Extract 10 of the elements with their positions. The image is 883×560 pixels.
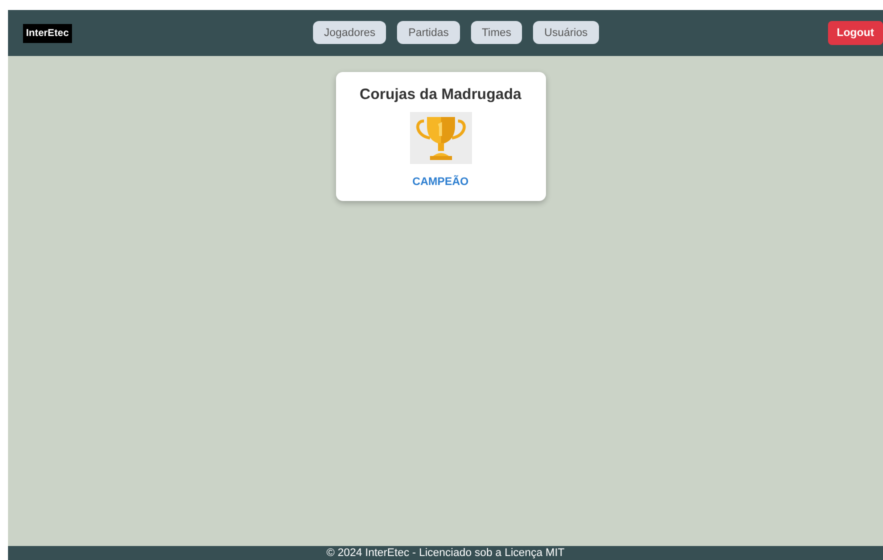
nav-button[interactable]: Times	[470, 21, 522, 44]
nav-button[interactable]: Partidas	[397, 21, 460, 44]
team-name: Corujas da Madrugada	[360, 86, 522, 103]
copyright-text: © 2024 InterEtec - Licenciado sob a Licença MIT	[326, 546, 564, 560]
trophy-icon	[410, 112, 472, 164]
status-label: CAMPEÃO	[412, 176, 469, 188]
logo[interactable]: InterEtec	[23, 24, 72, 42]
nav-button[interactable]: Jogadores	[313, 21, 386, 44]
nav-button[interactable]: Usuários	[533, 21, 599, 44]
logout-button[interactable]: Logout	[828, 21, 883, 45]
